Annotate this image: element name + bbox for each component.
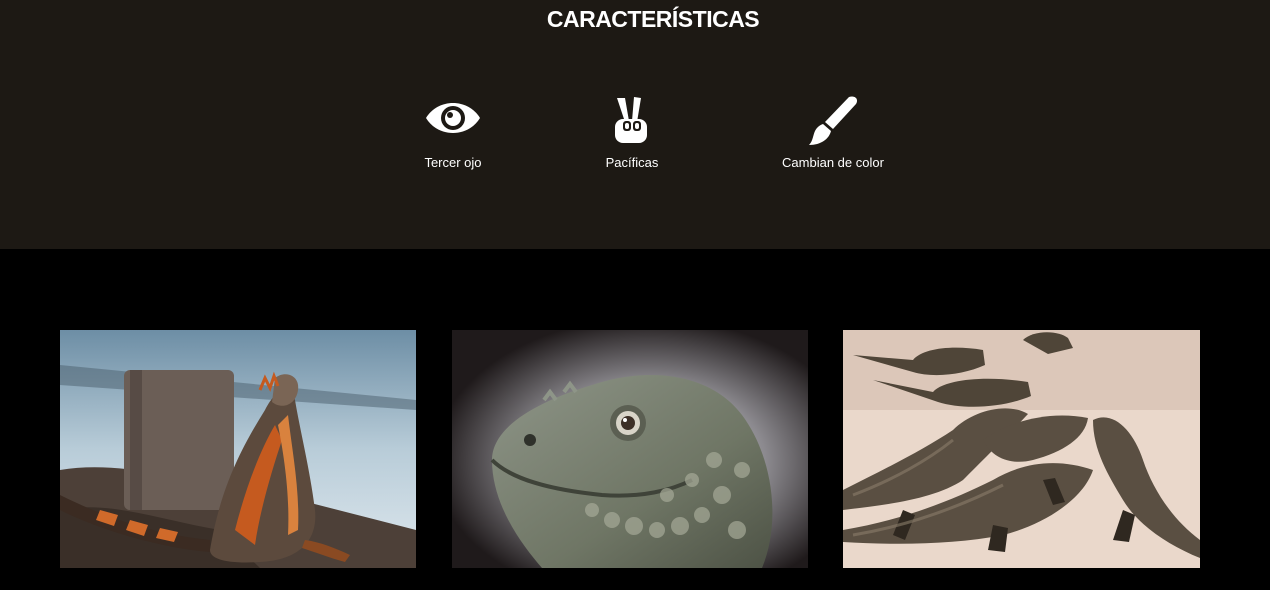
gallery-image-iguana-water — [60, 330, 416, 568]
photo-gallery — [0, 249, 1270, 590]
feature-item-third-eye: Tercer ojo — [373, 95, 533, 170]
eye-icon — [373, 95, 533, 149]
paint-brush-icon — [753, 95, 913, 149]
feature-label: Tercer ojo — [424, 155, 482, 170]
feature-item-peaceful: Pacíficas — [552, 95, 712, 170]
feature-label: Cambian de color — [782, 155, 884, 170]
peace-hand-icon — [552, 95, 712, 149]
features-section: CARACTERÍSTICAS Tercer ojo Pacíficas Cam… — [0, 0, 1270, 249]
features-title: CARACTERÍSTICAS — [546, 6, 760, 32]
feature-item-change-color: Cambian de color — [753, 95, 913, 170]
feature-label: Pacíficas — [605, 155, 659, 170]
gallery-image-iguana-head — [452, 330, 808, 568]
gallery-image-iguanas-sand — [843, 330, 1200, 568]
